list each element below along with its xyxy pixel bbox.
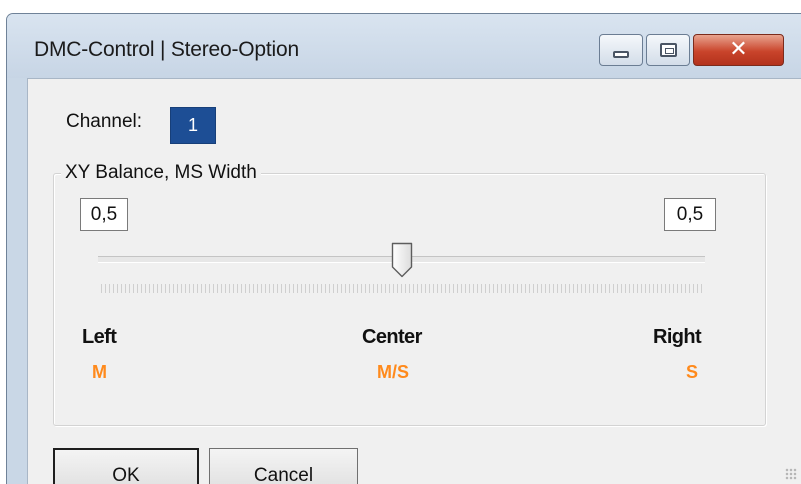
- groupbox-title: XY Balance, MS Width: [61, 162, 261, 184]
- right-mode-label: S: [686, 362, 699, 382]
- dialog-window: DMC-Control | Stereo-Option ✕ Channel: 1…: [6, 13, 801, 484]
- slider-thumb[interactable]: [391, 242, 413, 278]
- window-title: DMC-Control | Stereo-Option: [34, 38, 299, 61]
- close-icon: ✕: [729, 37, 748, 62]
- ok-button[interactable]: OK: [53, 448, 199, 484]
- resize-grip[interactable]: [785, 468, 797, 480]
- left-mode-label: M: [92, 362, 107, 382]
- slider-ticks: [101, 284, 705, 293]
- channel-label: Channel:: [66, 111, 143, 132]
- close-button[interactable]: ✕: [693, 34, 784, 66]
- minimize-button[interactable]: [599, 34, 643, 66]
- dialog-client-area: Channel: 1 XY Balance, MS Width 0,5 0,5 …: [27, 78, 801, 484]
- balance-width-groupbox: [53, 173, 766, 426]
- title-bar[interactable]: DMC-Control | Stereo-Option ✕: [7, 14, 801, 78]
- right-position-label: Right: [653, 326, 702, 348]
- maximize-button[interactable]: [646, 34, 690, 66]
- center-mode-label: M/S: [377, 362, 410, 382]
- channel-selector[interactable]: 1: [170, 107, 216, 144]
- right-value-field[interactable]: 0,5: [664, 198, 716, 231]
- maximize-icon: [659, 43, 677, 57]
- left-value-field[interactable]: 0,5: [80, 198, 128, 231]
- cancel-button[interactable]: Cancel: [209, 448, 358, 484]
- center-position-label: Center: [362, 326, 422, 348]
- minimize-icon: [613, 50, 629, 58]
- left-position-label: Left: [82, 326, 117, 348]
